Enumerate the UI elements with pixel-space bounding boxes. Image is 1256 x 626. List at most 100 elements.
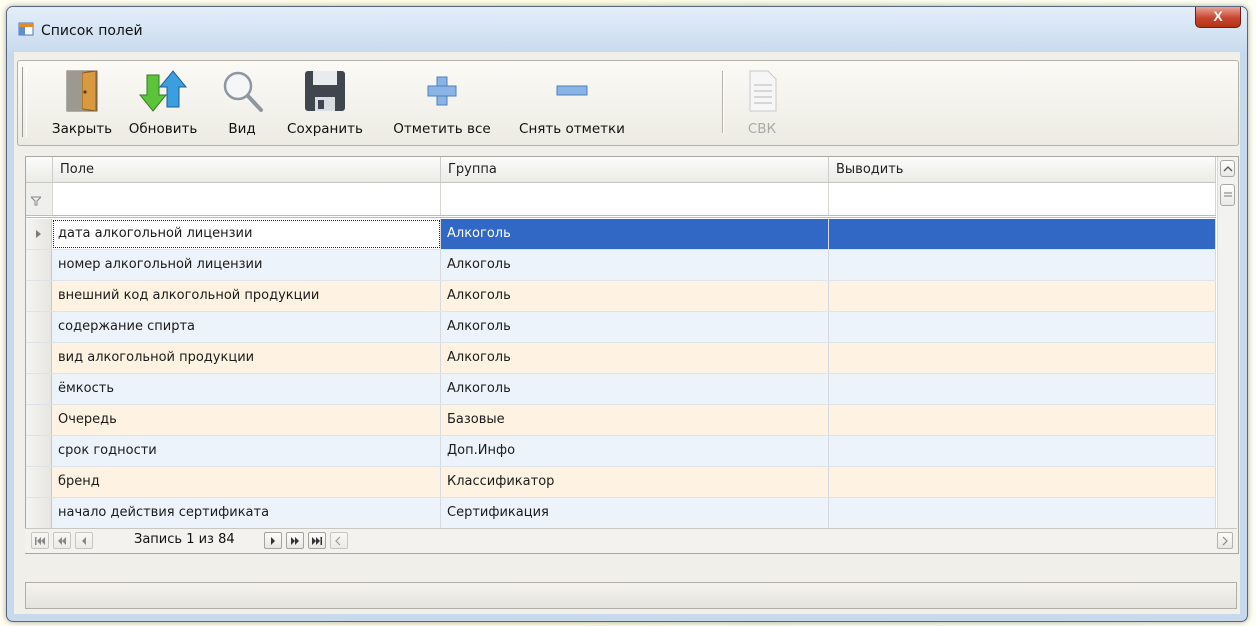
cell-field[interactable]: номер алкогольной лицензии bbox=[52, 250, 441, 280]
last-record-button[interactable] bbox=[308, 532, 326, 549]
cell-group[interactable]: Алкоголь bbox=[441, 219, 829, 249]
last-icon bbox=[312, 537, 322, 545]
cell-output[interactable] bbox=[829, 312, 1216, 342]
cell-group[interactable]: Алкоголь bbox=[441, 250, 829, 280]
row-indicator[interactable] bbox=[26, 250, 52, 280]
cell-field[interactable]: ёмкость bbox=[52, 374, 441, 404]
cell-field[interactable]: содержание спирта bbox=[52, 312, 441, 342]
uncheck-all-button[interactable]: Снять отметки bbox=[508, 65, 636, 141]
toolbar-grip[interactable] bbox=[22, 67, 27, 137]
table-row[interactable]: срок годности Доп.Инфо bbox=[26, 436, 1216, 467]
table-row[interactable]: дата алкогольной лицензии Алкоголь bbox=[26, 219, 1216, 250]
cell-field[interactable]: внешний код алкогольной продукции bbox=[52, 281, 441, 311]
close-button[interactable]: Закрыть bbox=[46, 65, 118, 141]
magnifier-icon bbox=[223, 71, 263, 112]
record-navigator: Запись 1 из 84 bbox=[25, 528, 1237, 553]
table-row[interactable]: начало действия сертификата Сертификация bbox=[26, 498, 1216, 529]
toolbar: Закрыть Обновить Вид Сохранить Отметить … bbox=[17, 60, 1239, 146]
close-button-label: Закрыть bbox=[51, 121, 113, 137]
window-title: Список полей bbox=[41, 23, 143, 39]
current-row-arrow-icon bbox=[36, 230, 41, 238]
cell-group[interactable]: Классификатор bbox=[441, 467, 829, 497]
scroll-up-button[interactable] bbox=[1220, 160, 1235, 177]
row-indicator[interactable] bbox=[26, 281, 52, 311]
next-page-button[interactable] bbox=[286, 532, 304, 549]
close-window-button[interactable]: X bbox=[1195, 7, 1241, 28]
scroll-left-button[interactable] bbox=[330, 532, 348, 549]
row-indicator[interactable] bbox=[26, 436, 52, 466]
save-button-label: Сохранить bbox=[287, 121, 363, 137]
table-row[interactable]: ёмкость Алкоголь bbox=[26, 374, 1216, 405]
column-header-group[interactable]: Группа bbox=[441, 157, 829, 182]
cell-output[interactable] bbox=[829, 343, 1216, 373]
filter-output-input[interactable] bbox=[829, 183, 1216, 215]
row-indicator[interactable] bbox=[26, 405, 52, 435]
cell-output[interactable] bbox=[829, 250, 1216, 280]
grid-rows: дата алкогольной лицензии Алкоголь номер… bbox=[26, 219, 1216, 553]
table-row[interactable]: содержание спирта Алкоголь bbox=[26, 312, 1216, 343]
chevron-up-icon bbox=[1223, 166, 1233, 172]
prev-record-button[interactable] bbox=[75, 532, 93, 549]
table-row[interactable]: номер алкогольной лицензии Алкоголь bbox=[26, 250, 1216, 281]
cell-group[interactable]: Сертификация bbox=[441, 498, 829, 528]
cell-output[interactable] bbox=[829, 498, 1216, 528]
row-indicator[interactable] bbox=[26, 467, 52, 497]
cell-output[interactable] bbox=[829, 436, 1216, 466]
filter-funnel-icon[interactable] bbox=[31, 196, 41, 206]
cell-group[interactable]: Алкоголь bbox=[441, 312, 829, 342]
plus-icon bbox=[427, 76, 457, 106]
row-indicator[interactable] bbox=[26, 343, 52, 373]
svk-button[interactable]: СВК bbox=[734, 65, 790, 141]
cell-field[interactable]: начало действия сертификата bbox=[52, 498, 441, 528]
cell-group[interactable]: Доп.Инфо bbox=[441, 436, 829, 466]
document-icon bbox=[749, 70, 777, 112]
column-header-output[interactable]: Выводить bbox=[829, 157, 1216, 182]
cell-output[interactable] bbox=[829, 405, 1216, 435]
prev-page-button[interactable] bbox=[53, 532, 71, 549]
table-row[interactable]: вид алкогольной продукции Алкоголь bbox=[26, 343, 1216, 374]
svk-button-label: СВК bbox=[747, 121, 777, 137]
cell-field[interactable]: дата алкогольной лицензии bbox=[52, 219, 441, 249]
row-indicator[interactable] bbox=[26, 374, 52, 404]
check-all-button-label: Отметить все bbox=[393, 121, 491, 137]
refresh-button-label: Обновить bbox=[128, 121, 198, 137]
check-all-button[interactable]: Отметить все bbox=[382, 65, 502, 141]
row-indicator[interactable] bbox=[26, 312, 52, 342]
refresh-button[interactable]: Обновить bbox=[122, 65, 204, 141]
cell-field[interactable]: Очередь bbox=[52, 405, 441, 435]
cell-output[interactable] bbox=[829, 281, 1216, 311]
uncheck-all-button-label: Снять отметки bbox=[519, 121, 625, 137]
table-row[interactable]: бренд Классификатор bbox=[26, 467, 1216, 498]
row-indicator[interactable] bbox=[26, 498, 52, 528]
filter-group-input[interactable] bbox=[441, 183, 829, 215]
grid-header: Поле Группа Выводить bbox=[26, 157, 1216, 183]
cell-output[interactable] bbox=[829, 374, 1216, 404]
cell-field[interactable]: срок годности bbox=[52, 436, 441, 466]
row-indicator[interactable] bbox=[26, 219, 52, 249]
next-record-button[interactable] bbox=[264, 532, 282, 549]
save-button[interactable]: Сохранить bbox=[278, 65, 372, 141]
view-button[interactable]: Вид bbox=[210, 65, 274, 141]
filter-field-input[interactable] bbox=[53, 183, 441, 215]
scroll-thumb[interactable] bbox=[1220, 184, 1235, 206]
vertical-scrollbar[interactable] bbox=[1217, 157, 1238, 553]
chevron-right-icon bbox=[1222, 536, 1228, 546]
first-record-button[interactable] bbox=[31, 532, 49, 549]
cell-output[interactable] bbox=[829, 219, 1216, 249]
column-header-field[interactable]: Поле bbox=[53, 157, 441, 182]
table-row[interactable]: внешний код алкогольной продукции Алкого… bbox=[26, 281, 1216, 312]
scroll-right-button[interactable] bbox=[1217, 532, 1233, 549]
record-counter: Запись 1 из 84 bbox=[134, 532, 235, 547]
cell-output[interactable] bbox=[829, 467, 1216, 497]
cell-group[interactable]: Базовые bbox=[441, 405, 829, 435]
filter-row bbox=[26, 183, 1216, 218]
cell-field[interactable]: вид алкогольной продукции bbox=[52, 343, 441, 373]
cell-group[interactable]: Алкоголь bbox=[441, 343, 829, 373]
status-bar bbox=[25, 582, 1237, 609]
toolbar-separator bbox=[722, 71, 724, 133]
title-bar[interactable]: Список полей X bbox=[7, 7, 1247, 53]
table-row[interactable]: Очередь Базовые bbox=[26, 405, 1216, 436]
cell-group[interactable]: Алкоголь bbox=[441, 374, 829, 404]
cell-group[interactable]: Алкоголь bbox=[441, 281, 829, 311]
cell-field[interactable]: бренд bbox=[52, 467, 441, 497]
